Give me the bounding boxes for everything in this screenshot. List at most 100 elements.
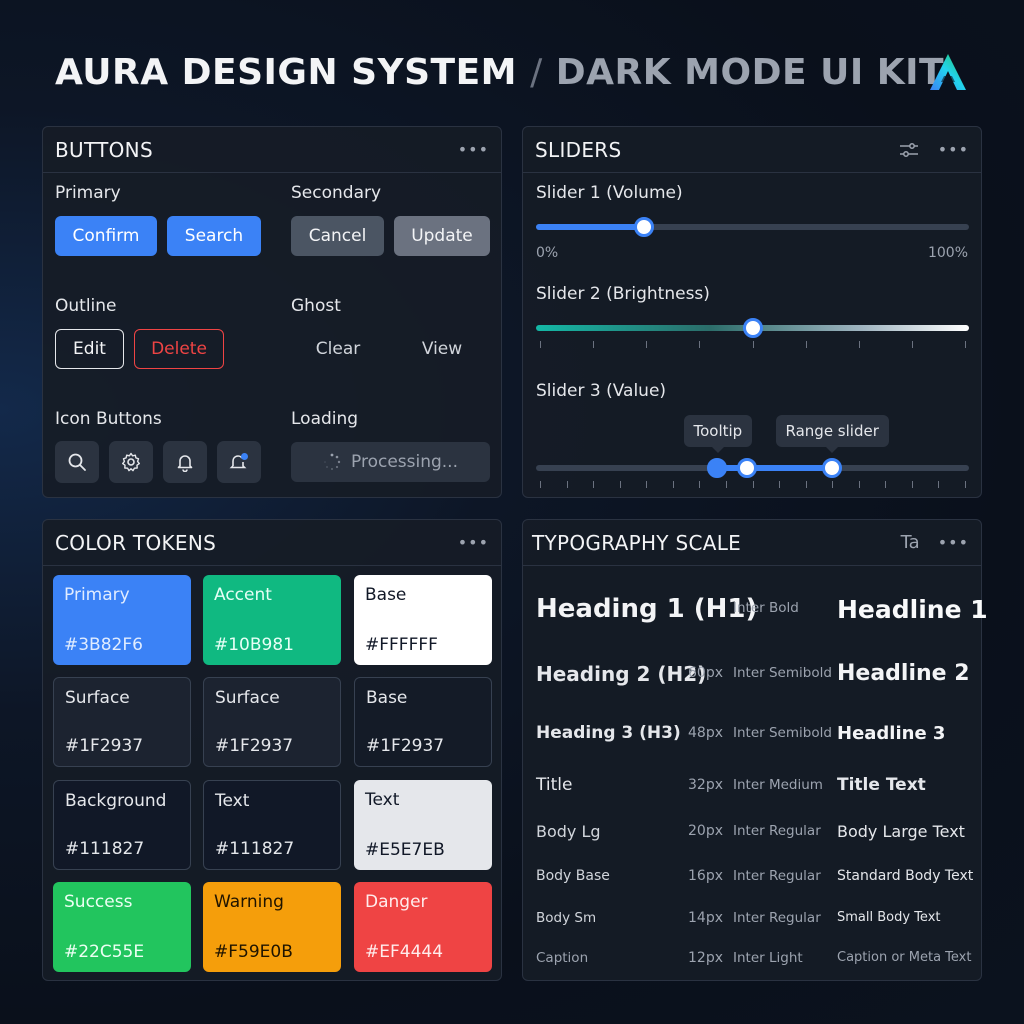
color-swatch[interactable]: Base #FFFFFF <box>354 575 492 665</box>
clear-button[interactable]: Clear <box>291 329 385 369</box>
swatch-name: Surface <box>215 688 280 708</box>
slider-tooltip: Tooltip <box>683 415 753 453</box>
color-swatch[interactable]: Danger #EF4444 <box>354 882 492 972</box>
typography-more-menu-icon[interactable]: ••• <box>938 533 969 552</box>
swatch-hex: #111827 <box>65 839 145 859</box>
slider-tick <box>753 481 754 488</box>
volume-slider-fill <box>536 224 644 230</box>
slider-tick <box>673 481 674 488</box>
notification-icon-button[interactable] <box>217 441 261 483</box>
swatch-name: Accent <box>214 585 272 605</box>
confirm-button[interactable]: Confirm <box>55 216 157 256</box>
slider-tick <box>832 481 833 488</box>
processing-label: Processing... <box>351 452 458 472</box>
typography-panel-title: TYPOGRAPHY SCALE <box>532 530 742 555</box>
type-style-name: Body Lg <box>536 822 601 841</box>
text-style-icon[interactable]: Ta <box>901 532 920 553</box>
slider-tick <box>646 481 647 488</box>
loading-label: Loading <box>291 409 359 429</box>
update-button[interactable]: Update <box>394 216 490 256</box>
color-swatch[interactable]: Accent #10B981 <box>203 575 341 665</box>
color-swatch[interactable]: Background #111827 <box>53 780 191 870</box>
brightness-slider-thumb[interactable] <box>743 318 763 338</box>
slider-tick <box>540 341 541 348</box>
swatch-hex: #E5E7EB <box>365 840 445 860</box>
cancel-button[interactable]: Cancel <box>291 216 384 256</box>
processing-button[interactable]: Processing... <box>291 442 490 482</box>
type-style-font: Inter Semibold <box>733 724 832 741</box>
type-style-sample: Headline 1 <box>837 594 988 624</box>
bell-icon <box>177 455 193 472</box>
title-separator: / <box>530 52 543 93</box>
slider-tick <box>699 481 700 488</box>
ghost-label: Ghost <box>291 296 341 316</box>
color-swatch[interactable]: Text #E5E7EB <box>354 780 492 870</box>
color-swatch[interactable]: Surface #1F2937 <box>203 677 341 767</box>
adjustments-icon[interactable] <box>898 141 920 159</box>
view-button[interactable]: View <box>395 329 489 369</box>
color-swatch[interactable]: Warning #F59E0B <box>203 882 341 972</box>
type-style-sample: Title Text <box>837 775 926 795</box>
type-style-sample: Headline 3 <box>837 722 946 744</box>
buttons-more-menu-icon[interactable]: ••• <box>458 140 489 159</box>
volume-slider[interactable] <box>536 215 969 239</box>
volume-slider-thumb[interactable] <box>634 217 654 237</box>
sliders-panel-title: SLIDERS <box>535 137 622 162</box>
type-style-name: Heading 3 (H3) <box>536 723 681 743</box>
swatch-name: Warning <box>214 892 284 912</box>
type-style-sample: Caption or Meta Text <box>837 950 972 966</box>
slider-tick <box>753 341 754 348</box>
type-style-font: Inter Medium <box>733 776 823 793</box>
outline-label: Outline <box>55 296 117 316</box>
swatch-hex: #3B82F6 <box>64 635 143 655</box>
swatch-hex: #10B981 <box>214 635 294 655</box>
range-slider-thumb-mid[interactable] <box>737 458 757 478</box>
slider-tick <box>912 481 913 488</box>
slider1-max-label: 100% <box>927 245 968 261</box>
slider-tick <box>859 481 860 488</box>
swatch-name: Surface <box>65 688 130 708</box>
value-range-slider[interactable] <box>536 456 969 490</box>
color-swatch[interactable]: Text #111827 <box>203 780 341 870</box>
type-style-name: Title <box>536 775 573 795</box>
slider-tick <box>806 481 807 488</box>
type-style-name: Caption <box>536 950 589 966</box>
sliders-more-menu-icon[interactable]: ••• <box>938 140 969 159</box>
search-button[interactable]: Search <box>167 216 261 256</box>
type-style-name: Body Sm <box>536 910 597 926</box>
color-swatch[interactable]: Base #1F2937 <box>354 677 492 767</box>
color-swatch[interactable]: Success #22C55E <box>53 882 191 972</box>
buttons-panel-title: BUTTONS <box>55 137 153 162</box>
settings-icon-button[interactable] <box>109 441 153 483</box>
type-style-font: Inter Semibold <box>733 665 832 681</box>
swatch-name: Base <box>366 688 408 708</box>
slider-tick <box>593 341 594 348</box>
color-tokens-more-menu-icon[interactable]: ••• <box>458 533 489 552</box>
range-slider-thumb-start[interactable] <box>707 458 727 478</box>
aura-logo-icon <box>930 54 966 90</box>
type-style-size: 48px <box>688 724 723 741</box>
color-tokens-panel-title: COLOR TOKENS <box>55 530 217 555</box>
range-slider-fill <box>717 465 832 471</box>
search-icon-button[interactable] <box>55 441 99 483</box>
slider-tick <box>779 481 780 488</box>
notification-icon <box>229 453 248 469</box>
type-style-font: Inter Regular <box>733 910 821 926</box>
delete-button[interactable]: Delete <box>134 329 224 369</box>
icon-buttons-label: Icon Buttons <box>55 409 162 429</box>
slider-tick <box>726 481 727 488</box>
color-swatch[interactable]: Surface #1F2937 <box>53 677 191 767</box>
color-swatch[interactable]: Primary #3B82F6 <box>53 575 191 665</box>
slider-tick <box>806 341 807 348</box>
edit-button[interactable]: Edit <box>55 329 124 369</box>
brightness-slider[interactable] <box>536 316 969 350</box>
slider2-label: Slider 2 (Brightness) <box>536 284 710 304</box>
primary-label: Primary <box>55 183 121 203</box>
type-style-size: 20px <box>688 823 723 839</box>
bell-icon-button[interactable] <box>163 441 207 483</box>
swatch-hex: #1F2937 <box>215 736 294 756</box>
range-slider-thumb-end[interactable] <box>822 458 842 478</box>
range-slider-tooltip: Range slider <box>775 415 889 453</box>
slider1-label: Slider 1 (Volume) <box>536 183 683 203</box>
gear-icon <box>122 452 140 472</box>
